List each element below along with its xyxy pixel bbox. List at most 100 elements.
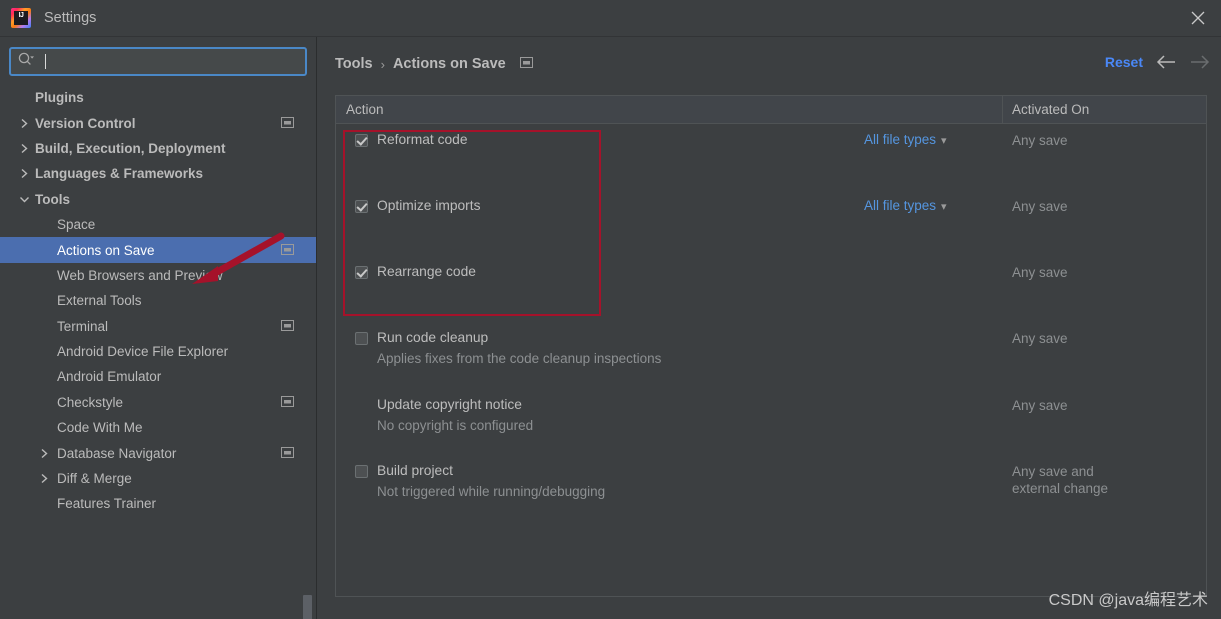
- activated-on-value[interactable]: Any save: [1012, 330, 1068, 347]
- sidebar-item-version-control[interactable]: Version Control: [0, 110, 316, 135]
- row-title: Reformat code: [377, 132, 468, 147]
- csdn-watermark: CSDN @java编程艺术: [1049, 586, 1208, 610]
- window-icon: [281, 395, 294, 410]
- activated-on-value[interactable]: Any save: [1012, 264, 1068, 281]
- window-icon: [281, 319, 294, 334]
- sidebar-item-label: Terminal: [57, 319, 108, 334]
- sidebar-item-android-device-file-explorer[interactable]: Android Device File Explorer: [0, 339, 316, 364]
- sidebar-item-web-browsers-and-preview[interactable]: Web Browsers and Preview: [0, 263, 316, 288]
- sidebar-item-label: Languages & Frameworks: [35, 166, 203, 181]
- sidebar-item-features-trainer[interactable]: Features Trainer: [0, 491, 316, 516]
- file-types-label: All file types: [864, 198, 936, 213]
- chevron-right-icon[interactable]: [18, 168, 30, 180]
- table-body: Reformat code All file types ▾ Any save Opti…: [336, 124, 1206, 596]
- search-icon: [17, 51, 35, 72]
- checkbox-optimize-imports[interactable]: [355, 200, 368, 213]
- sidebar-item-plugins[interactable]: Plugins: [0, 85, 316, 110]
- search-box[interactable]: [9, 47, 307, 76]
- checkbox-reformat-code[interactable]: [355, 134, 368, 147]
- sidebar-item-languages-frameworks[interactable]: Languages & Frameworks: [0, 161, 316, 186]
- settings-content: Tools › Actions on Save Reset: [318, 37, 1221, 619]
- sidebar-item-label: Actions on Save: [57, 243, 155, 258]
- column-divider[interactable]: [1002, 96, 1003, 123]
- chevron-down-icon[interactable]: ▾: [941, 135, 947, 147]
- sidebar-item-label: Android Device File Explorer: [57, 344, 228, 359]
- row-description: No copyright is configured: [377, 418, 533, 433]
- window-icon: [281, 116, 294, 131]
- logo-text: IJ: [19, 12, 24, 20]
- sidebar-item-label: Space: [57, 217, 95, 232]
- breadcrumb-tools[interactable]: Tools: [335, 56, 373, 72]
- row-title: Optimize imports: [377, 198, 481, 213]
- activated-on-value[interactable]: Any save: [1012, 397, 1068, 414]
- arrow-left-icon[interactable]: [1155, 53, 1177, 76]
- sidebar-item-build-execution-deployment[interactable]: Build, Execution, Deployment: [0, 136, 316, 161]
- row-title: Rearrange code: [377, 264, 476, 279]
- activated-on-value[interactable]: Any save: [1012, 132, 1068, 149]
- window-title: Settings: [44, 10, 96, 26]
- sidebar-item-label: Code With Me: [57, 420, 143, 435]
- sidebar-item-external-tools[interactable]: External Tools: [0, 288, 316, 313]
- window-icon: [281, 243, 294, 258]
- file-types-label: All file types: [864, 132, 936, 147]
- checkbox-rearrange-code[interactable]: [355, 266, 368, 279]
- breadcrumb-separator: ›: [381, 57, 385, 72]
- sidebar-item-label: External Tools: [57, 293, 142, 308]
- close-icon[interactable]: [1175, 0, 1221, 36]
- sidebar-item-label: Database Navigator: [57, 446, 176, 461]
- file-types-dropdown[interactable]: All file types ▾: [864, 198, 947, 213]
- settings-dialog: IJ Settings PluginsVer: [0, 0, 1221, 619]
- sidebar-item-label: Web Browsers and Preview: [57, 268, 223, 283]
- row-description: Not triggered while running/debugging: [377, 484, 605, 499]
- sidebar-item-terminal[interactable]: Terminal: [0, 314, 316, 339]
- row-description: Applies fixes from the code cleanup insp…: [377, 351, 661, 366]
- checkbox-build-project[interactable]: [355, 465, 368, 478]
- sidebar-item-label: Android Emulator: [57, 369, 161, 384]
- activated-on-value[interactable]: Any save: [1012, 198, 1068, 215]
- title-bar: IJ Settings: [0, 0, 1221, 37]
- sidebar-item-database-navigator[interactable]: Database Navigator: [0, 440, 316, 465]
- sidebar-item-android-emulator[interactable]: Android Emulator: [0, 364, 316, 389]
- actions-table: Action Activated On Reformat code All fil…: [335, 95, 1207, 597]
- window-icon: [520, 55, 533, 73]
- sidebar-scrollbar-thumb[interactable]: [303, 595, 312, 619]
- row-title: Update copyright notice: [377, 397, 522, 412]
- file-types-dropdown[interactable]: All file types ▾: [864, 132, 947, 147]
- search-wrapper: [0, 37, 316, 76]
- sidebar-item-tools[interactable]: Tools: [0, 187, 316, 212]
- checkbox-run-code-cleanup[interactable]: [355, 332, 368, 345]
- arrow-right-icon[interactable]: [1189, 53, 1211, 76]
- window-icon: [281, 446, 294, 461]
- chevron-right-icon[interactable]: [18, 117, 30, 129]
- chevron-down-icon[interactable]: [18, 193, 30, 205]
- sidebar-item-checkstyle[interactable]: Checkstyle: [0, 390, 316, 415]
- reset-button[interactable]: Reset: [1105, 54, 1143, 70]
- intellij-idea-logo-icon: IJ: [11, 8, 31, 28]
- search-caret: [45, 54, 46, 69]
- table-header: Action Activated On: [336, 96, 1206, 124]
- breadcrumb-actions-on-save: Actions on Save: [393, 56, 506, 72]
- chevron-right-icon[interactable]: [38, 473, 50, 485]
- activated-on-value[interactable]: Any save and external change: [1012, 463, 1108, 497]
- row-title: Run code cleanup: [377, 330, 488, 345]
- sidebar-item-space[interactable]: Space: [0, 212, 316, 237]
- sidebar-item-code-with-me[interactable]: Code With Me: [0, 415, 316, 440]
- sidebar-item-actions-on-save[interactable]: Actions on Save: [0, 237, 316, 262]
- settings-sidebar: Plugins Version Control Build, Execution, …: [0, 37, 317, 619]
- sidebar-item-diff-merge[interactable]: Diff & Merge: [0, 466, 316, 491]
- chevron-down-icon[interactable]: ▾: [941, 201, 947, 213]
- sidebar-item-label: Tools: [35, 192, 70, 207]
- breadcrumb-bar: Tools › Actions on Save Reset: [318, 37, 1221, 91]
- column-header-activated-on[interactable]: Activated On: [1012, 96, 1089, 123]
- sidebar-item-label: Features Trainer: [57, 496, 156, 511]
- sidebar-item-label: Checkstyle: [57, 395, 123, 410]
- row-title: Build project: [377, 463, 453, 478]
- chevron-right-icon[interactable]: [38, 447, 50, 459]
- sidebar-item-label: Plugins: [35, 90, 84, 105]
- chevron-right-icon[interactable]: [18, 142, 30, 154]
- column-header-action[interactable]: Action: [346, 96, 384, 123]
- settings-tree: Plugins Version Control Build, Execution, …: [0, 85, 316, 517]
- sidebar-item-label: Version Control: [35, 116, 136, 131]
- sidebar-item-label: Diff & Merge: [57, 471, 132, 486]
- sidebar-item-label: Build, Execution, Deployment: [35, 141, 226, 156]
